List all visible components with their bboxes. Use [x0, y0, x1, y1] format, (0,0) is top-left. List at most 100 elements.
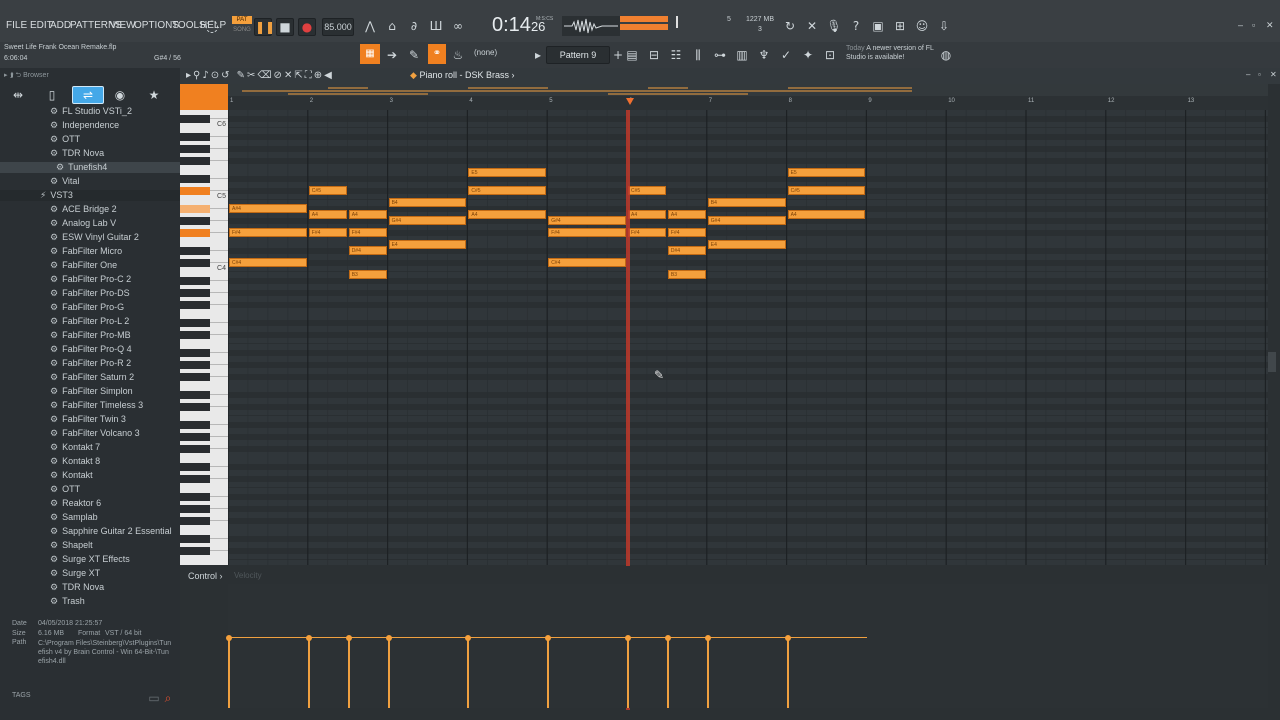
- export-icon[interactable]: ⇩: [936, 18, 952, 34]
- countdown-icon[interactable]: ∂: [406, 18, 422, 34]
- tempo-tap-icon[interactable]: ✓: [778, 47, 794, 63]
- velocity-handle[interactable]: [784, 635, 791, 641]
- piano-black-key[interactable]: [180, 133, 210, 141]
- plugin-icon[interactable]: ⊞: [892, 18, 908, 34]
- browser-item[interactable]: ⚙ FabFilter One: [50, 260, 117, 271]
- piano-black-key[interactable]: [180, 493, 210, 501]
- playlist-icon[interactable]: ▤: [624, 47, 640, 63]
- browser-item[interactable]: ⚙ FabFilter Pro-MB: [50, 330, 131, 341]
- browser-item[interactable]: ⚙ FabFilter Pro-R 2: [50, 358, 131, 369]
- piano-black-key[interactable]: [180, 433, 210, 441]
- browser-item[interactable]: ⚙ Kontakt 7: [50, 442, 100, 453]
- star-icon[interactable]: ★: [146, 87, 162, 103]
- browser-item[interactable]: ⚙ OTT: [50, 484, 80, 495]
- browser-item[interactable]: ⚙ Kontakt: [50, 470, 93, 481]
- piano-keyboard[interactable]: C6 C5 C4: [180, 110, 228, 565]
- browser-item[interactable]: ⚙ FabFilter Simplon: [50, 386, 133, 397]
- browser-item[interactable]: ⚙ Surge XT Effects: [50, 554, 130, 565]
- control-label[interactable]: Control ›: [188, 571, 223, 581]
- piano-black-key[interactable]: [180, 403, 210, 411]
- velocity-handle[interactable]: [305, 635, 312, 641]
- timeline-ruler[interactable]: 1 2 3 4 5 6 7 8 9 10 11 12 13: [228, 96, 1268, 110]
- menu-view[interactable]: VIEW: [110, 20, 136, 31]
- ai-icon[interactable]: ✦: [800, 47, 816, 63]
- search-icon[interactable]: ⌕: [160, 690, 176, 706]
- master-volume[interactable]: [676, 16, 678, 28]
- step-edit-icon[interactable]: Ш: [428, 18, 444, 34]
- note[interactable]: C#4: [548, 258, 626, 267]
- collapse-icon[interactable]: ⇹: [10, 87, 26, 103]
- minimize-icon[interactable]: –: [1238, 20, 1243, 30]
- pr-maximize-icon[interactable]: ▫: [1258, 70, 1261, 79]
- browser-item[interactable]: ⚙ FL Studio VSTi_2: [50, 106, 132, 117]
- velocity-bar[interactable]: [387, 638, 390, 708]
- piano-black-key[interactable]: [180, 331, 210, 339]
- note[interactable]: C#5: [468, 186, 547, 195]
- browser-item[interactable]: ⚙ Shapelt: [50, 540, 93, 551]
- piano-black-key[interactable]: [180, 277, 210, 285]
- browser-item[interactable]: ⚙ Tunefish4: [0, 162, 180, 173]
- note[interactable]: F#4: [348, 228, 387, 237]
- note[interactable]: A#4: [229, 204, 307, 213]
- note[interactable]: C#5: [787, 186, 866, 195]
- velocity-lane[interactable]: [228, 584, 1268, 708]
- maximize-icon[interactable]: ▫: [1252, 20, 1255, 30]
- note[interactable]: C#4: [229, 258, 307, 267]
- help-icon[interactable]: ?: [848, 18, 864, 34]
- globe-icon[interactable]: ◍: [938, 47, 954, 63]
- note[interactable]: B3: [348, 270, 387, 279]
- note[interactable]: G#4: [707, 216, 786, 225]
- mixer-icon[interactable]: ☷: [668, 47, 684, 63]
- browser-item[interactable]: ⚙ Vital: [50, 176, 79, 187]
- note[interactable]: A4: [348, 210, 387, 219]
- velocity-bar[interactable]: [627, 638, 629, 708]
- piano-black-key[interactable]: [180, 301, 210, 309]
- piano-black-key[interactable]: [180, 391, 210, 399]
- piano-black-key[interactable]: [180, 145, 210, 153]
- velocity-bar[interactable]: [547, 638, 550, 708]
- piano-black-key[interactable]: [180, 445, 210, 453]
- wait-icon[interactable]: ⌂: [384, 18, 400, 34]
- piano-black-key[interactable]: [180, 115, 210, 123]
- velocity-bar[interactable]: [706, 638, 709, 708]
- record-icon[interactable]: ●: [298, 18, 316, 36]
- browser-item[interactable]: ⚙ FabFilter Volcano 3: [50, 428, 140, 439]
- pat-mode-button[interactable]: PAT: [232, 16, 252, 24]
- menu-file[interactable]: FILE: [6, 20, 27, 31]
- stop-icon[interactable]: ■: [276, 18, 294, 36]
- browser-item[interactable]: ⚙ ESW Vinyl Guitar 2: [50, 232, 139, 243]
- piano-black-key[interactable]: [180, 259, 210, 267]
- browser-item[interactable]: ⚙ FabFilter Micro: [50, 246, 122, 257]
- velocity-bar[interactable]: [666, 638, 669, 708]
- velocity-handle[interactable]: [664, 635, 671, 641]
- pattern-selector[interactable]: Pattern 9: [546, 46, 610, 64]
- note[interactable]: A4: [787, 210, 866, 219]
- piano-black-key[interactable]: [180, 157, 210, 165]
- piano-black-key[interactable]: [180, 187, 210, 195]
- mixer-close-icon[interactable]: ✕: [804, 18, 820, 34]
- browser-item[interactable]: ⚙ FabFilter Pro-L 2: [50, 316, 129, 327]
- velocity-bar[interactable]: [228, 638, 230, 708]
- snap-select[interactable]: (none): [474, 48, 497, 57]
- piano-black-key[interactable]: [180, 361, 210, 369]
- piano-black-key[interactable]: [180, 349, 210, 357]
- stamp-icon[interactable]: ♨: [450, 47, 466, 63]
- save-icon[interactable]: ▣: [870, 18, 886, 34]
- note[interactable]: D#4: [667, 246, 706, 255]
- note[interactable]: E4: [707, 240, 786, 249]
- piano-white-key[interactable]: [180, 558, 228, 565]
- browser-item[interactable]: ⚙ Trash: [50, 596, 85, 607]
- browser-item[interactable]: ⚙ OTT: [50, 134, 80, 145]
- playhead-marker[interactable]: [626, 98, 634, 105]
- browser-item[interactable]: ⚙ Surge XT: [50, 568, 100, 579]
- browser-item[interactable]: ⚙ FabFilter Saturn 2: [50, 372, 134, 383]
- note[interactable]: A4: [667, 210, 706, 219]
- velocity-handle[interactable]: [704, 635, 711, 641]
- note[interactable]: F#4: [229, 228, 307, 237]
- metronome-icon[interactable]: ⋀: [362, 18, 378, 34]
- plug-icon[interactable]: ♆: [756, 47, 772, 63]
- microphone-icon[interactable]: 🎙: [826, 18, 842, 34]
- online-icon[interactable]: ◉: [112, 87, 128, 103]
- note[interactable]: E5: [468, 168, 547, 177]
- piano-black-key[interactable]: [180, 205, 210, 213]
